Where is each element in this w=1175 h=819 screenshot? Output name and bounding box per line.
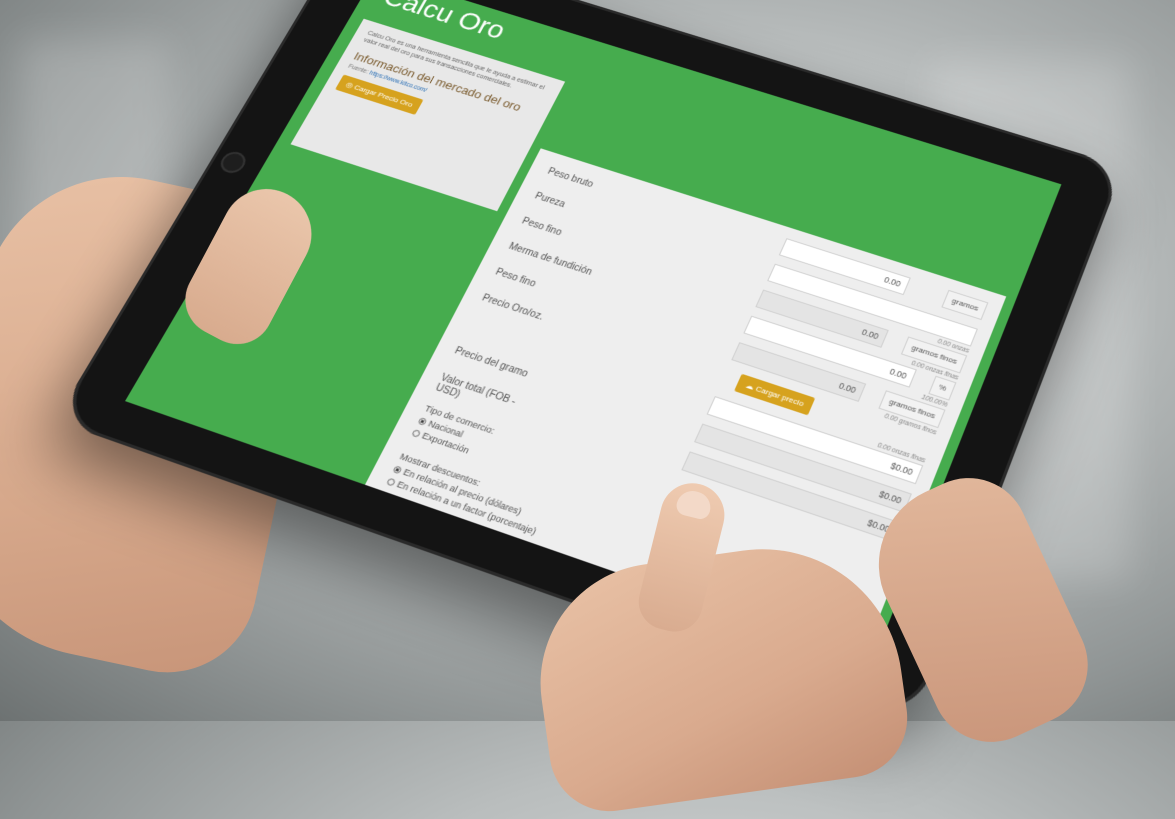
- radio-unselected-icon: [411, 428, 422, 438]
- fingernail: [674, 487, 714, 522]
- home-button[interactable]: [216, 149, 250, 176]
- radio-selected-icon: [392, 464, 403, 474]
- discounts-group: Mostrar descuentos: En relación al preci…: [385, 451, 550, 537]
- field-label: Peso bruto: [545, 166, 595, 190]
- radio-selected-icon: [417, 416, 428, 426]
- radio-unselected-icon: [386, 477, 397, 487]
- unit-select[interactable]: gramos: [941, 289, 989, 321]
- load-gold-price-button[interactable]: ◎ Cargar Precio Oro: [335, 74, 424, 115]
